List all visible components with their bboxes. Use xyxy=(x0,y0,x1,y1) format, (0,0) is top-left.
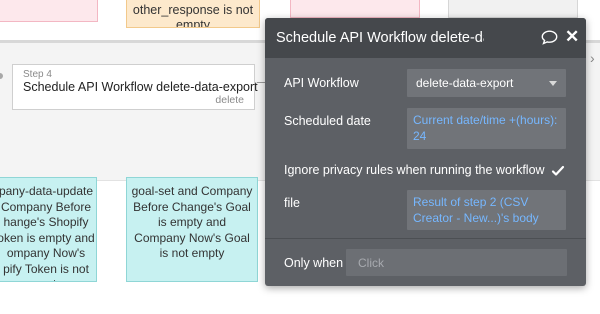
condition-card-left[interactable]: pany-data-update Company Before hange's … xyxy=(0,177,97,282)
chevron-right-icon[interactable]: › xyxy=(590,50,595,66)
scheduled-date-label: Scheduled date xyxy=(284,114,371,128)
condition-line: Before Change's Goal xyxy=(133,199,251,214)
condition-line: ompany Now's xyxy=(6,246,86,260)
ignore-privacy-label: Ignore privacy rules when running the wo… xyxy=(284,163,545,177)
api-workflow-label: API Workflow xyxy=(284,76,359,90)
condition-card-middle[interactable]: goal-set and Company Before Change's Goa… xyxy=(126,177,258,282)
panel-title: Schedule API Workflow delete-data-export xyxy=(276,30,484,46)
event-card-partial-right[interactable] xyxy=(290,0,420,18)
api-workflow-value: delete-data-export xyxy=(416,76,514,90)
condition-line: hange's Shopify xyxy=(3,215,89,229)
panel-header[interactable]: Schedule API Workflow delete-data-export… xyxy=(265,18,586,58)
checkmark-icon xyxy=(551,165,565,176)
file-label: file xyxy=(284,196,300,210)
condition-line: empty xyxy=(0,277,96,281)
condition-line: pany-data-update xyxy=(0,184,94,198)
only-when-label: Only when xyxy=(284,256,344,270)
ignore-privacy-checkbox[interactable] xyxy=(551,164,565,178)
panel-divider xyxy=(265,238,586,239)
comment-icon[interactable] xyxy=(541,30,558,45)
only-when-field[interactable]: Click xyxy=(346,249,567,276)
step-delete-link[interactable]: delete xyxy=(215,94,244,106)
condition-card-orange[interactable]: other_response is not empty xyxy=(126,0,260,28)
event-card-partial[interactable] xyxy=(0,0,98,22)
condition-line: Company Now's Goal xyxy=(134,230,250,245)
condition-line: pify Token is not xyxy=(3,261,89,276)
condition-line: is not empty xyxy=(159,246,225,260)
close-icon[interactable]: ✕ xyxy=(565,28,579,45)
step-title: Schedule API Workflow delete-data-export xyxy=(23,80,258,94)
api-workflow-select[interactable]: delete-data-export xyxy=(407,69,566,97)
condition-line: is empty and xyxy=(157,215,227,229)
properties-panel: Schedule API Workflow delete-data-export… xyxy=(265,18,586,286)
step-4-card[interactable]: Step 4 Schedule API Workflow delete-data… xyxy=(12,64,258,110)
scheduled-date-expression[interactable]: Current date/time +(hours): 24 xyxy=(407,108,566,149)
file-expression[interactable]: Result of step 2 (CSV Creator - New...)'… xyxy=(407,190,566,230)
condition-line: oken is empty and xyxy=(0,230,95,245)
gray-card-partial[interactable] xyxy=(448,0,578,18)
condition-line: Company Before xyxy=(0,199,92,214)
chevron-down-icon xyxy=(549,81,557,86)
condition-line: goal-set and Company xyxy=(131,184,253,198)
step-number: Step 4 xyxy=(23,69,52,80)
